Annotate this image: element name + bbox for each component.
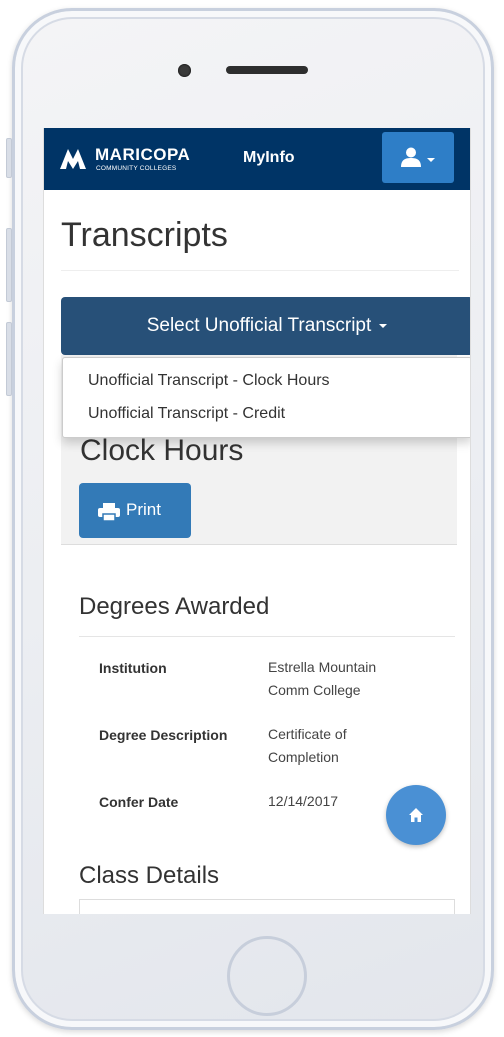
print-icon xyxy=(98,503,120,521)
logo-name[interactable]: MARICOPA xyxy=(95,145,190,165)
phone-camera xyxy=(178,64,191,77)
logo-subtitle: COMMUNITY COLLEGES xyxy=(96,165,177,172)
institution-label: Institution xyxy=(99,660,167,676)
app-screen: MARICOPA COMMUNITY COLLEGES MyInfo Trans… xyxy=(43,128,471,914)
class-details-table xyxy=(79,899,455,914)
class-details-title: Class Details xyxy=(79,862,220,889)
maricopa-logo-icon xyxy=(60,149,86,169)
app-title[interactable]: MyInfo xyxy=(243,149,295,167)
title-divider xyxy=(61,270,459,271)
print-button[interactable]: Print xyxy=(79,483,191,538)
phone-side-button xyxy=(6,322,12,396)
institution-value: Estrella Mountain Comm College xyxy=(268,659,377,698)
home-icon xyxy=(409,808,423,822)
degree-description-value: Certificate of Completion xyxy=(268,726,347,765)
page-title: Transcripts xyxy=(61,216,228,254)
degrees-divider xyxy=(79,636,455,637)
phone-side-button xyxy=(6,228,12,302)
phone-speaker xyxy=(226,66,308,74)
degrees-awarded-title: Degrees Awarded xyxy=(79,593,270,620)
user-icon xyxy=(401,147,421,167)
degree-description-label: Degree Description xyxy=(99,727,228,743)
phone-side-button xyxy=(6,138,12,178)
section-title: Clock Hours xyxy=(80,434,244,467)
phone-home-button[interactable] xyxy=(227,936,307,1016)
dropdown-item-credit[interactable]: Unofficial Transcript - Credit xyxy=(88,405,285,423)
home-button[interactable] xyxy=(386,785,446,845)
transcript-dropdown-menu: Unofficial Transcript - Clock Hours Unof… xyxy=(62,357,470,438)
chevron-down-icon xyxy=(427,158,435,162)
print-label: Print xyxy=(126,500,161,519)
select-transcript-button[interactable]: Select Unofficial Transcript xyxy=(61,297,470,355)
select-transcript-label: Select Unofficial Transcript xyxy=(146,315,372,336)
top-navbar: MARICOPA COMMUNITY COLLEGES MyInfo xyxy=(44,128,470,190)
dropdown-item-clock-hours[interactable]: Unofficial Transcript - Clock Hours xyxy=(88,372,330,390)
chevron-down-icon xyxy=(379,323,388,328)
confer-date-label: Confer Date xyxy=(99,794,179,810)
user-menu-button[interactable] xyxy=(382,132,454,183)
